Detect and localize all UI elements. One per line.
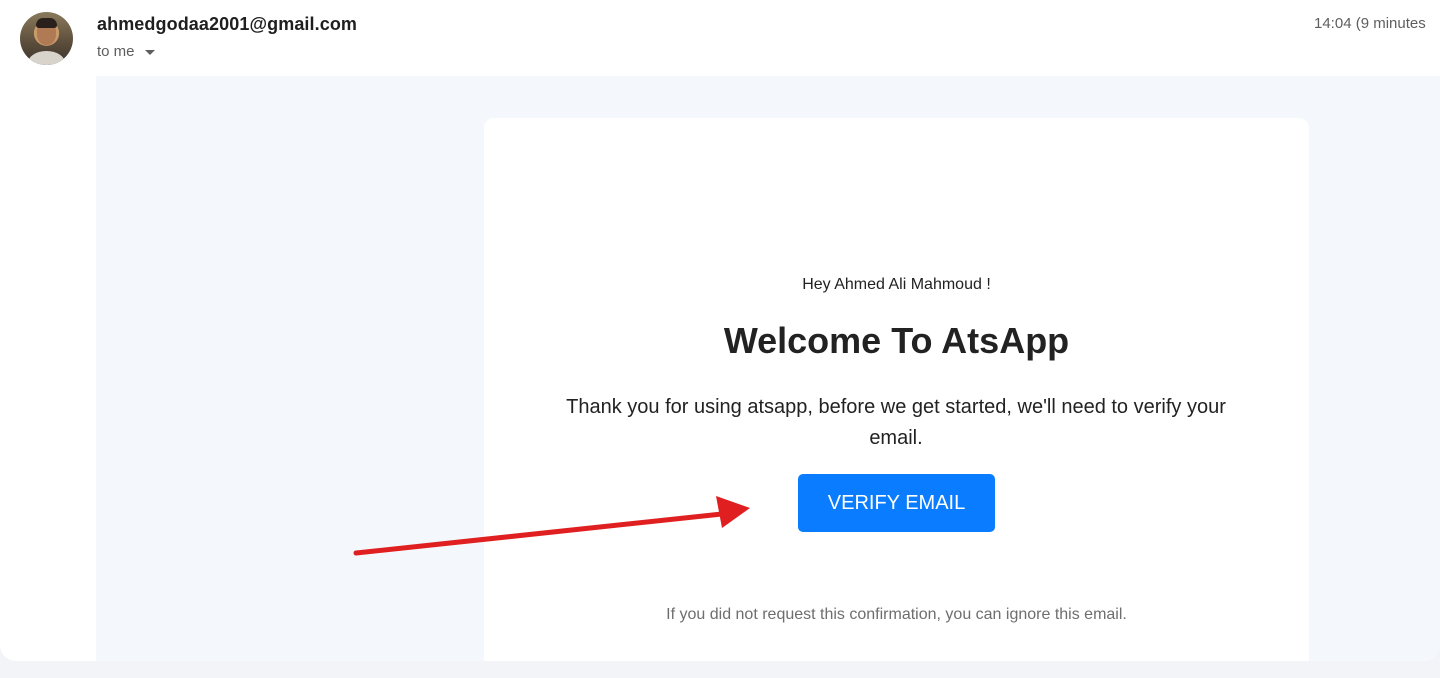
email-view: ahmedgodaa2001@gmail.com to me 14:04 (9 … xyxy=(0,0,1440,661)
email-body: Hey Ahmed Ali Mahmoud ! Welcome To AtsAp… xyxy=(96,76,1440,661)
verify-email-button[interactable]: VERIFY EMAIL xyxy=(798,474,995,532)
email-card: Hey Ahmed Ali Mahmoud ! Welcome To AtsAp… xyxy=(484,118,1309,661)
intro-text: Thank you for using atsapp, before we ge… xyxy=(566,396,1226,449)
sender-address[interactable]: ahmedgodaa2001@gmail.com xyxy=(97,14,357,35)
disclaimer-text: If you did not request this confirmation… xyxy=(666,606,1127,623)
caret-down-icon[interactable] xyxy=(144,50,155,55)
message-header: ahmedgodaa2001@gmail.com to me 14:04 (9 … xyxy=(0,0,1440,76)
message-timestamp: 14:04 (9 minutes xyxy=(1314,15,1426,32)
greeting-text: Hey Ahmed Ali Mahmoud ! xyxy=(802,276,991,293)
welcome-heading: Welcome To AtsApp xyxy=(723,320,1070,361)
sender-avatar[interactable] xyxy=(20,12,73,65)
avatar-shoulders xyxy=(28,51,65,65)
recipient-label: to me xyxy=(97,43,135,60)
avatar-hair xyxy=(36,18,57,28)
recipient-details[interactable]: to me xyxy=(97,43,155,60)
